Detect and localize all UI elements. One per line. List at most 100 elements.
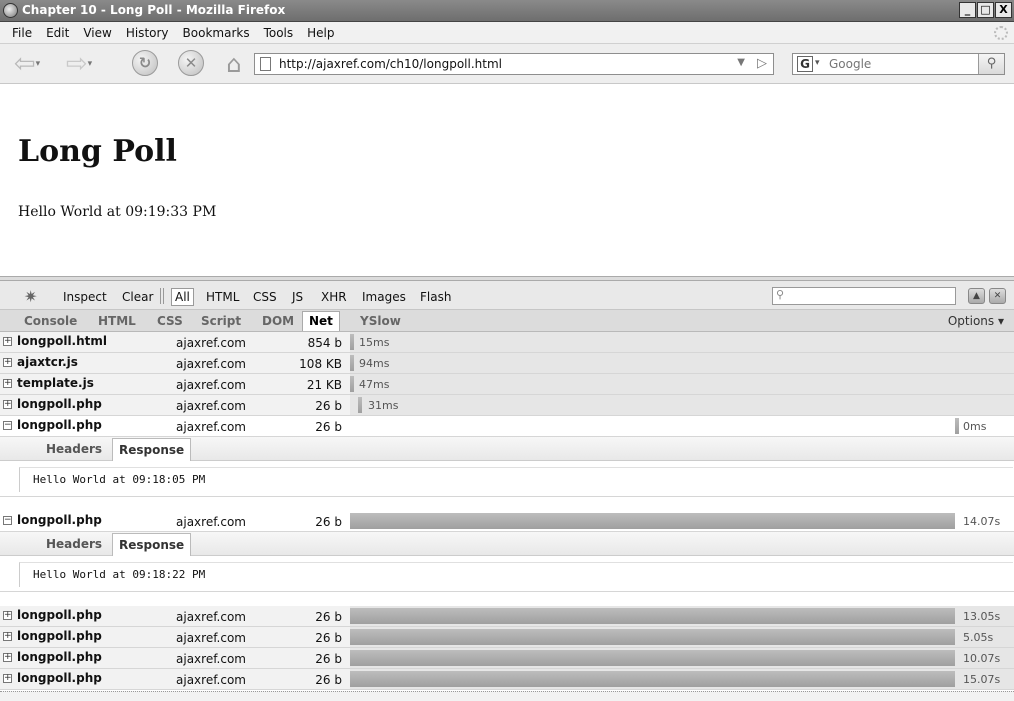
timeline-bar <box>350 650 955 666</box>
menu-history[interactable]: History <box>120 26 177 40</box>
table-row[interactable]: + longpoll.html ajaxref.com 854 b 15ms <box>0 332 1014 353</box>
menu-tools[interactable]: Tools <box>258 26 302 40</box>
request-size: 108 KB <box>299 357 342 371</box>
home-button[interactable]: ⌂ <box>220 50 248 78</box>
filter-js[interactable]: JS <box>292 290 303 304</box>
tab-response[interactable]: Response <box>112 438 192 461</box>
close-firebug-icon[interactable]: ✕ <box>989 288 1006 304</box>
back-button[interactable]: ⇦ ▾ <box>10 49 44 79</box>
response-text: Hello World at 09:18:22 PM <box>33 568 206 581</box>
table-row[interactable]: + longpoll.php ajaxref.com 26 b 15.07s <box>0 669 1014 690</box>
firebug-search-input[interactable] <box>789 289 949 301</box>
timeline-bar <box>955 418 959 434</box>
filter-html[interactable]: HTML <box>206 290 239 304</box>
firebug-search[interactable]: ⚲ <box>772 287 956 305</box>
request-time: 10.07s <box>963 652 1001 665</box>
tab-yslow[interactable]: YSlow <box>360 314 401 328</box>
menu-help[interactable]: Help <box>301 26 342 40</box>
collapse-icon[interactable]: − <box>3 421 12 430</box>
menu-bookmarks[interactable]: Bookmarks <box>177 26 258 40</box>
search-engine-dropdown-icon[interactable]: ▾ <box>815 58 820 68</box>
filter-xhr[interactable]: XHR <box>321 290 347 304</box>
tab-net[interactable]: Net <box>302 311 340 331</box>
expand-icon[interactable]: + <box>3 653 12 662</box>
url-dropdown-icon[interactable]: ▼ <box>737 57 745 68</box>
request-host: ajaxref.com <box>176 378 246 392</box>
filter-images[interactable]: Images <box>362 290 406 304</box>
timeline-bar <box>350 376 354 392</box>
menu-file[interactable]: File <box>6 26 40 40</box>
filter-all[interactable]: All <box>171 288 194 306</box>
menu-view[interactable]: View <box>77 26 119 40</box>
request-host: ajaxref.com <box>176 631 246 645</box>
timeline-lane: 10.07s <box>350 648 1014 668</box>
search-engine-icon[interactable]: G <box>797 56 813 72</box>
timeline-bar <box>350 671 955 687</box>
forward-dropdown-icon[interactable]: ▾ <box>88 59 93 69</box>
go-arrow-icon[interactable]: ▷ <box>757 56 767 71</box>
firebug-icon[interactable]: ✷ <box>24 287 37 306</box>
request-file: longpoll.php <box>17 671 102 685</box>
request-time: 94ms <box>359 357 390 370</box>
request-time: 31ms <box>368 399 399 412</box>
request-time: 14.07s <box>963 515 1001 528</box>
minimize-button[interactable]: _ <box>959 2 976 18</box>
tab-console[interactable]: Console <box>24 314 77 328</box>
table-row[interactable]: − longpoll.php ajaxref.com 26 b 14.07s <box>0 511 1014 532</box>
filter-flash[interactable]: Flash <box>420 290 451 304</box>
filter-css[interactable]: CSS <box>253 290 277 304</box>
expand-icon[interactable]: + <box>3 337 12 346</box>
stop-button[interactable]: ✕ <box>178 50 204 76</box>
tab-headers[interactable]: Headers <box>46 537 102 551</box>
collapse-icon[interactable]: − <box>3 516 12 525</box>
expand-icon[interactable]: + <box>3 674 12 683</box>
expand-icon[interactable]: + <box>3 611 12 620</box>
request-host: ajaxref.com <box>176 610 246 624</box>
tab-headers[interactable]: Headers <box>46 442 102 456</box>
request-file: longpoll.html <box>17 334 108 348</box>
toolbar-separator <box>160 288 161 304</box>
options-menu[interactable]: Options ▾ <box>948 314 1004 328</box>
search-magnifier-icon[interactable]: ⚲ <box>978 54 1004 74</box>
page-message: Hello World at 09:19:33 PM <box>18 204 217 220</box>
maximize-button[interactable]: □ <box>977 2 994 18</box>
table-row[interactable]: + longpoll.php ajaxref.com 26 b 10.07s <box>0 648 1014 669</box>
timeline-lane: 94ms <box>350 353 1014 373</box>
timeline-lane: 15.07s <box>350 669 1014 689</box>
table-row[interactable]: − longpoll.php ajaxref.com 26 b 0ms <box>0 416 1014 437</box>
tab-dom[interactable]: DOM <box>262 314 294 328</box>
table-row[interactable]: + ajaxtcr.js ajaxref.com 108 KB 94ms <box>0 353 1014 374</box>
tab-response[interactable]: Response <box>112 533 192 556</box>
table-row[interactable]: + template.js ajaxref.com 21 KB 47ms <box>0 374 1014 395</box>
timeline-lane: 0ms <box>350 416 1014 436</box>
tab-css[interactable]: CSS <box>157 314 183 328</box>
request-detail: Headers Response Hello World at 09:18:05 P… <box>0 437 1014 497</box>
menu-edit[interactable]: Edit <box>40 26 77 40</box>
search-input[interactable] <box>829 57 969 71</box>
window-controls: _ □ X <box>959 2 1012 18</box>
request-size: 26 b <box>315 610 342 624</box>
inspect-button[interactable]: Inspect <box>63 290 107 304</box>
table-row[interactable]: + longpoll.php ajaxref.com 26 b 31ms <box>0 395 1014 416</box>
address-bar[interactable]: ▼ ▷ <box>254 53 774 75</box>
tab-script[interactable]: Script <box>201 314 241 328</box>
clear-button[interactable]: Clear <box>122 290 153 304</box>
expand-icon[interactable]: + <box>3 632 12 641</box>
response-body: Hello World at 09:18:05 PM <box>19 467 1013 492</box>
request-host: ajaxref.com <box>176 515 246 529</box>
search-bar[interactable]: G ▾ ⚲ <box>792 53 1005 75</box>
table-row[interactable]: + longpoll.php ajaxref.com 26 b 5.05s <box>0 627 1014 648</box>
table-row[interactable]: + longpoll.php ajaxref.com 26 b 13.05s <box>0 606 1014 627</box>
reload-button[interactable]: ↻ <box>132 50 158 76</box>
detach-icon[interactable]: ▲ <box>968 288 985 304</box>
expand-icon[interactable]: + <box>3 379 12 388</box>
forward-button[interactable]: ⇨ ▾ <box>62 49 96 79</box>
url-input[interactable] <box>279 57 719 71</box>
expand-icon[interactable]: + <box>3 400 12 409</box>
request-size: 26 b <box>315 420 342 434</box>
tab-html[interactable]: HTML <box>98 314 136 328</box>
expand-icon[interactable]: + <box>3 358 12 367</box>
close-button[interactable]: X <box>995 2 1012 18</box>
request-time: 15ms <box>359 336 390 349</box>
back-dropdown-icon[interactable]: ▾ <box>36 59 41 69</box>
